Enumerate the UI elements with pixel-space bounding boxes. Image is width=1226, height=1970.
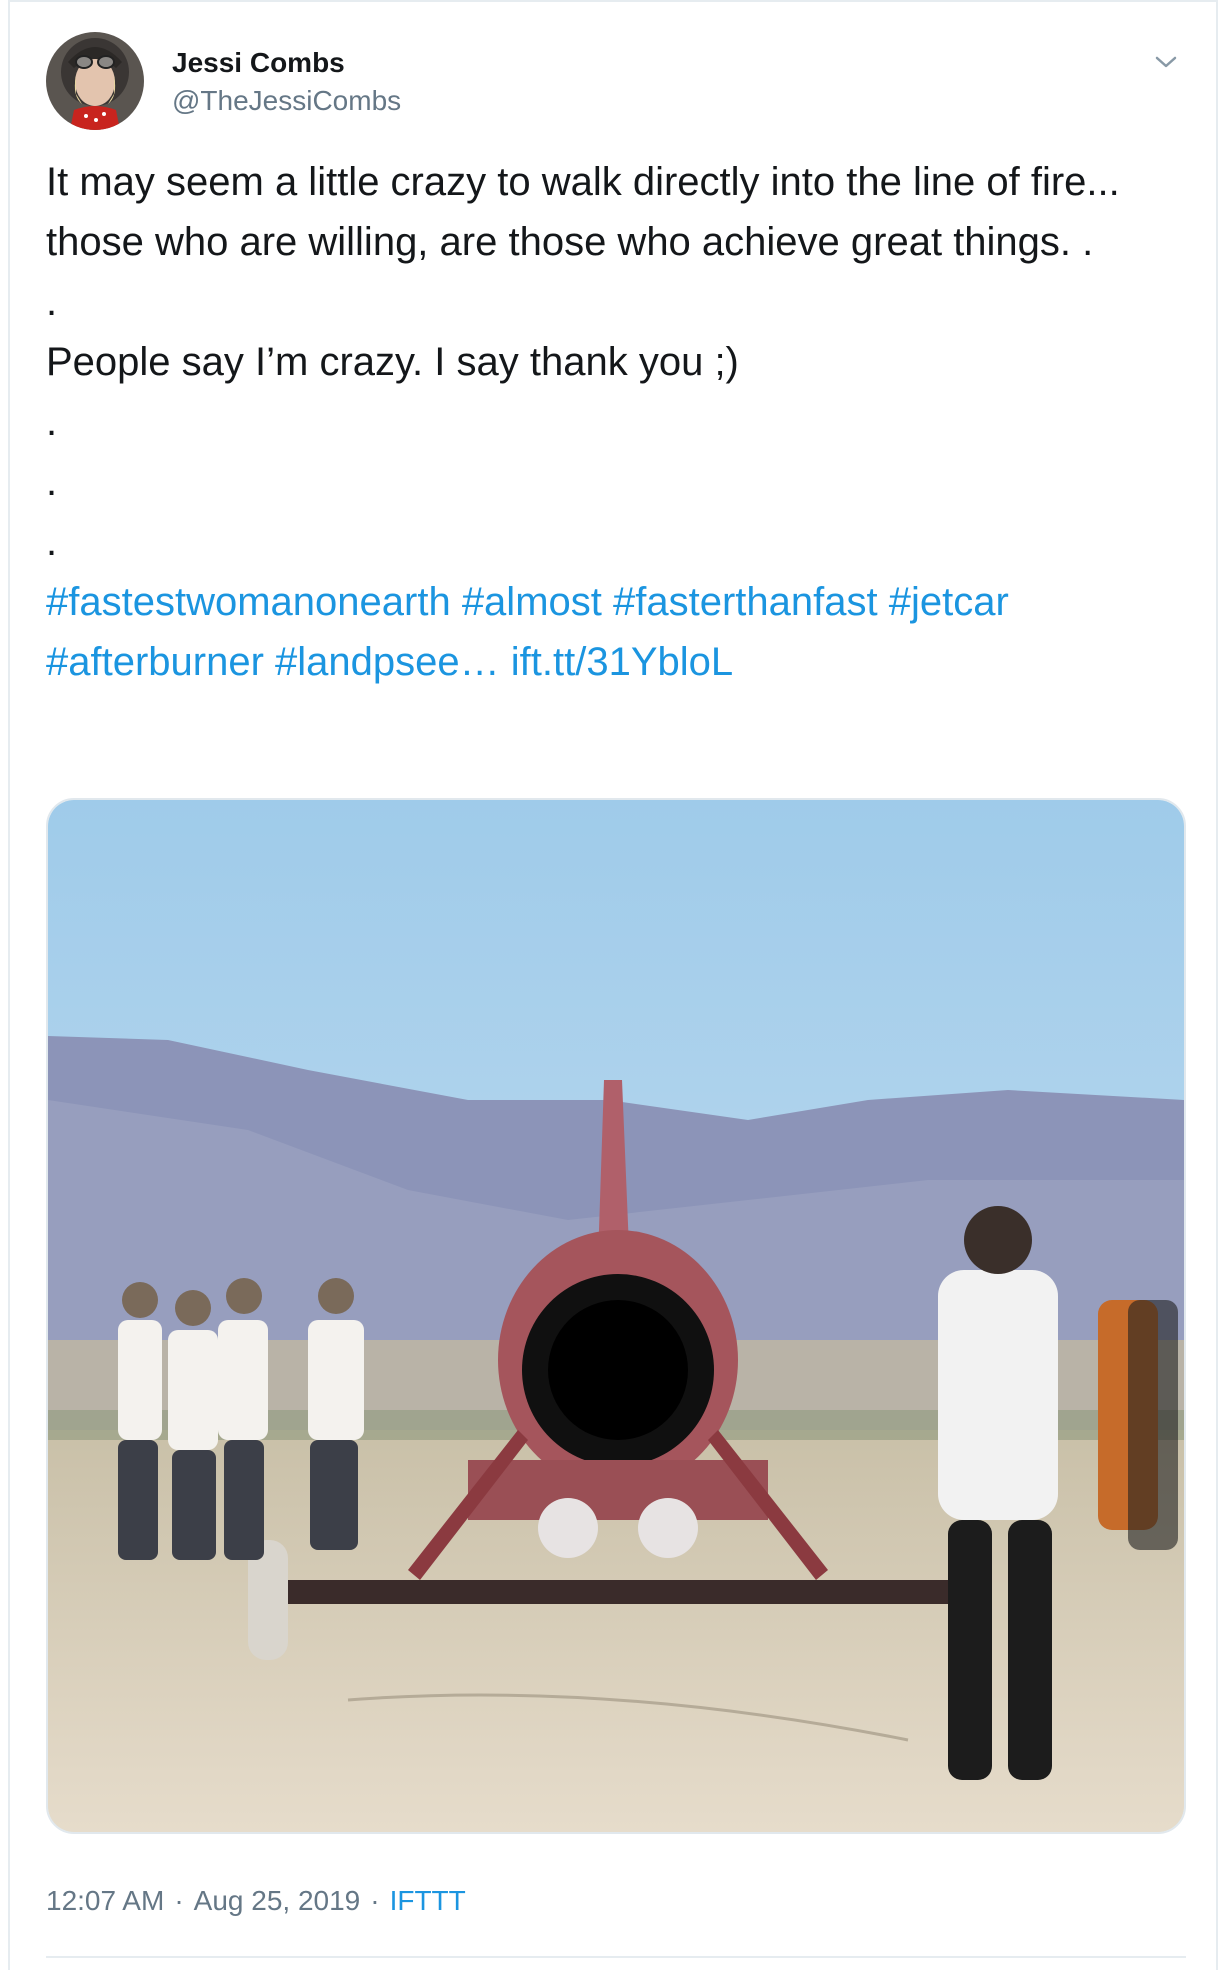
- tweet-source-link[interactable]: IFTTT: [390, 1885, 466, 1916]
- hashtag-link[interactable]: #fastestwomanonearth: [46, 580, 451, 624]
- tweet-dot-3: .: [46, 460, 58, 504]
- hashtag-link[interactable]: #almost: [462, 580, 602, 624]
- chevron-down-icon: [1155, 56, 1177, 68]
- hashtag-link[interactable]: #afterburner: [46, 640, 264, 684]
- jet-car-photo-icon: [48, 800, 1184, 1832]
- tweet-dot-1: .: [46, 280, 58, 324]
- separator: ·: [370, 1885, 380, 1916]
- tweet-header: Jessi Combs @TheJessiCombs: [46, 32, 1186, 132]
- display-name[interactable]: Jessi Combs: [172, 46, 401, 80]
- tweet-footer: 12:07 AM · Aug 25, 2019 · IFTTT: [46, 1884, 466, 1918]
- tweet-line-1: It may seem a little crazy to walk direc…: [46, 160, 1131, 264]
- separator: ·: [174, 1885, 184, 1916]
- tweet-text: It may seem a little crazy to walk direc…: [46, 152, 1186, 692]
- divider: [46, 1956, 1186, 1958]
- avatar[interactable]: [46, 32, 144, 130]
- tweet-dot-4: .: [46, 520, 58, 564]
- hashtag-link[interactable]: #landpsee…: [275, 640, 500, 684]
- tweet-line-2: People say I’m crazy. I say thank you ;): [46, 340, 739, 384]
- tweet-dot-2: .: [46, 400, 58, 444]
- hashtag-link[interactable]: #jetcar: [889, 580, 1009, 624]
- hashtag-link[interactable]: #fasterthanfast: [613, 580, 878, 624]
- tweet-menu-button[interactable]: [1146, 42, 1186, 82]
- tweet-date[interactable]: Aug 25, 2019: [194, 1885, 361, 1916]
- tweet-time[interactable]: 12:07 AM: [46, 1885, 164, 1916]
- user-meta: Jessi Combs @TheJessiCombs: [172, 46, 401, 118]
- external-link[interactable]: ift.tt/31YbloL: [511, 640, 733, 684]
- hashtag-line: #fastestwomanonearth #almost #fasterthan…: [46, 572, 1186, 692]
- user-handle[interactable]: @TheJessiCombs: [172, 84, 401, 118]
- tweet-card: Jessi Combs @TheJessiCombs It may seem a…: [8, 0, 1218, 1970]
- profile-photo-icon: [46, 32, 144, 130]
- tweet-media[interactable]: [46, 798, 1186, 1834]
